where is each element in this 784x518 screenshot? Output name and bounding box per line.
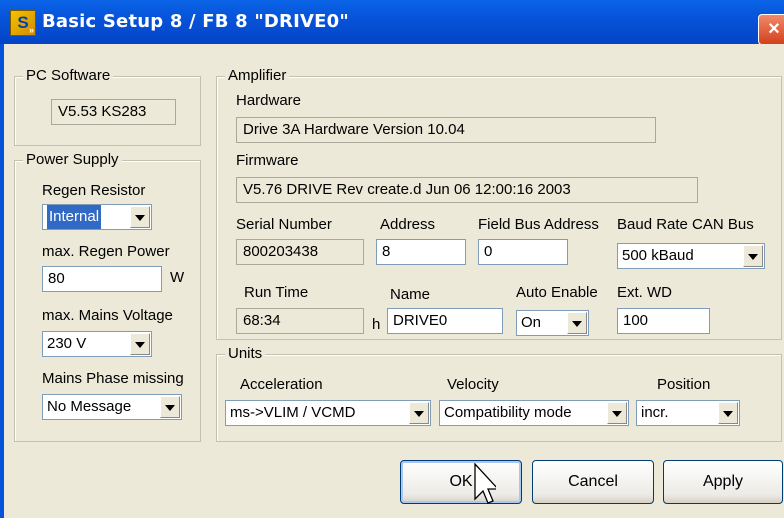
auto-enable-label: Auto Enable — [516, 284, 598, 301]
max-regen-power-label: max. Regen Power — [42, 243, 170, 260]
mains-phase-missing-label: Mains Phase missing — [42, 370, 184, 387]
apply-button[interactable]: Apply — [663, 460, 783, 504]
position-value: incr. — [641, 404, 669, 421]
acceleration-select[interactable]: ms->VLIM / VCMD — [225, 400, 431, 426]
auto-enable-select[interactable]: On — [516, 310, 589, 336]
name-label: Name — [390, 286, 431, 303]
position-label: Position — [657, 376, 711, 393]
chevron-down-icon[interactable] — [743, 245, 763, 267]
baud-rate-select[interactable]: 500 kBaud — [617, 243, 765, 269]
chevron-down-icon[interactable] — [567, 312, 587, 334]
units-group: Units — [216, 345, 782, 442]
pc-software-group-title: PC Software — [23, 67, 114, 84]
regen-resistor-value: Internal — [47, 205, 102, 229]
power-supply-group-title: Power Supply — [23, 151, 122, 168]
ext-wd-label: Ext. WD — [617, 284, 672, 301]
field-bus-address-label: Field Bus Address — [478, 216, 599, 233]
chevron-down-icon[interactable] — [607, 402, 627, 424]
dialog-body: PC Software V5.53 KS283 Power Supply Reg… — [0, 44, 784, 518]
run-time-label: Run Time — [244, 284, 309, 301]
chevron-down-icon[interactable] — [130, 333, 150, 355]
baud-rate-label: Baud Rate CAN Bus — [617, 216, 754, 233]
velocity-value: Compatibility mode — [444, 404, 572, 421]
name-input[interactable]: DRIVE0 — [387, 308, 503, 334]
pc-software-version: V5.53 KS283 — [51, 99, 176, 125]
close-icon[interactable]: × — [758, 14, 784, 45]
acceleration-label: Acceleration — [240, 376, 323, 393]
max-mains-voltage-select[interactable]: 230 V — [42, 331, 152, 357]
max-regen-power-input[interactable]: 80 — [42, 266, 162, 292]
position-select[interactable]: incr. — [636, 400, 740, 426]
title-bar[interactable]: S» Basic Setup 8 / FB 8 "DRIVE0" × — [0, 0, 784, 45]
cancel-button[interactable]: Cancel — [532, 460, 654, 504]
mains-phase-missing-select[interactable]: No Message — [42, 394, 182, 420]
firmware-label: Firmware — [236, 152, 299, 169]
app-icon-badge: » — [28, 25, 34, 35]
run-time-value: 68:34 — [236, 308, 364, 334]
chevron-down-icon[interactable] — [409, 402, 429, 424]
window-title: Basic Setup 8 / FB 8 "DRIVE0" — [42, 11, 349, 32]
app-icon: S» — [10, 10, 36, 36]
ext-wd-input[interactable]: 100 — [617, 308, 710, 334]
address-label: Address — [380, 216, 436, 233]
run-time-unit: h — [372, 316, 381, 333]
mains-phase-missing-value: No Message — [47, 398, 132, 415]
serial-number-label: Serial Number — [236, 216, 332, 233]
baud-rate-value: 500 kBaud — [622, 247, 694, 264]
dialog-window: S» Basic Setup 8 / FB 8 "DRIVE0" × PC So… — [0, 0, 784, 518]
app-icon-letter: S — [17, 13, 29, 32]
address-input[interactable]: 8 — [376, 239, 466, 265]
max-regen-power-unit: W — [170, 269, 185, 286]
acceleration-value: ms->VLIM / VCMD — [230, 404, 356, 421]
firmware-value: V5.76 DRIVE Rev create.d Jun 06 12:00:16… — [236, 177, 698, 203]
max-mains-voltage-label: max. Mains Voltage — [42, 307, 173, 324]
chevron-down-icon[interactable] — [130, 206, 150, 228]
hardware-value: Drive 3A Hardware Version 10.04 — [236, 117, 656, 143]
units-group-title: Units — [225, 345, 266, 362]
serial-number-value: 800203438 — [236, 239, 364, 265]
velocity-select[interactable]: Compatibility mode — [439, 400, 629, 426]
ok-button[interactable]: OK — [400, 460, 522, 504]
hardware-label: Hardware — [236, 92, 302, 109]
amplifier-group-title: Amplifier — [225, 67, 290, 84]
regen-resistor-label: Regen Resistor — [42, 182, 146, 199]
velocity-label: Velocity — [447, 376, 499, 393]
chevron-down-icon[interactable] — [160, 396, 180, 418]
field-bus-address-input[interactable]: 0 — [478, 239, 568, 265]
mouse-cursor-icon — [474, 463, 496, 504]
auto-enable-value: On — [521, 314, 542, 331]
chevron-down-icon[interactable] — [718, 402, 738, 424]
max-mains-voltage-value: 230 V — [47, 335, 87, 352]
regen-resistor-select[interactable]: Internal — [42, 204, 152, 230]
